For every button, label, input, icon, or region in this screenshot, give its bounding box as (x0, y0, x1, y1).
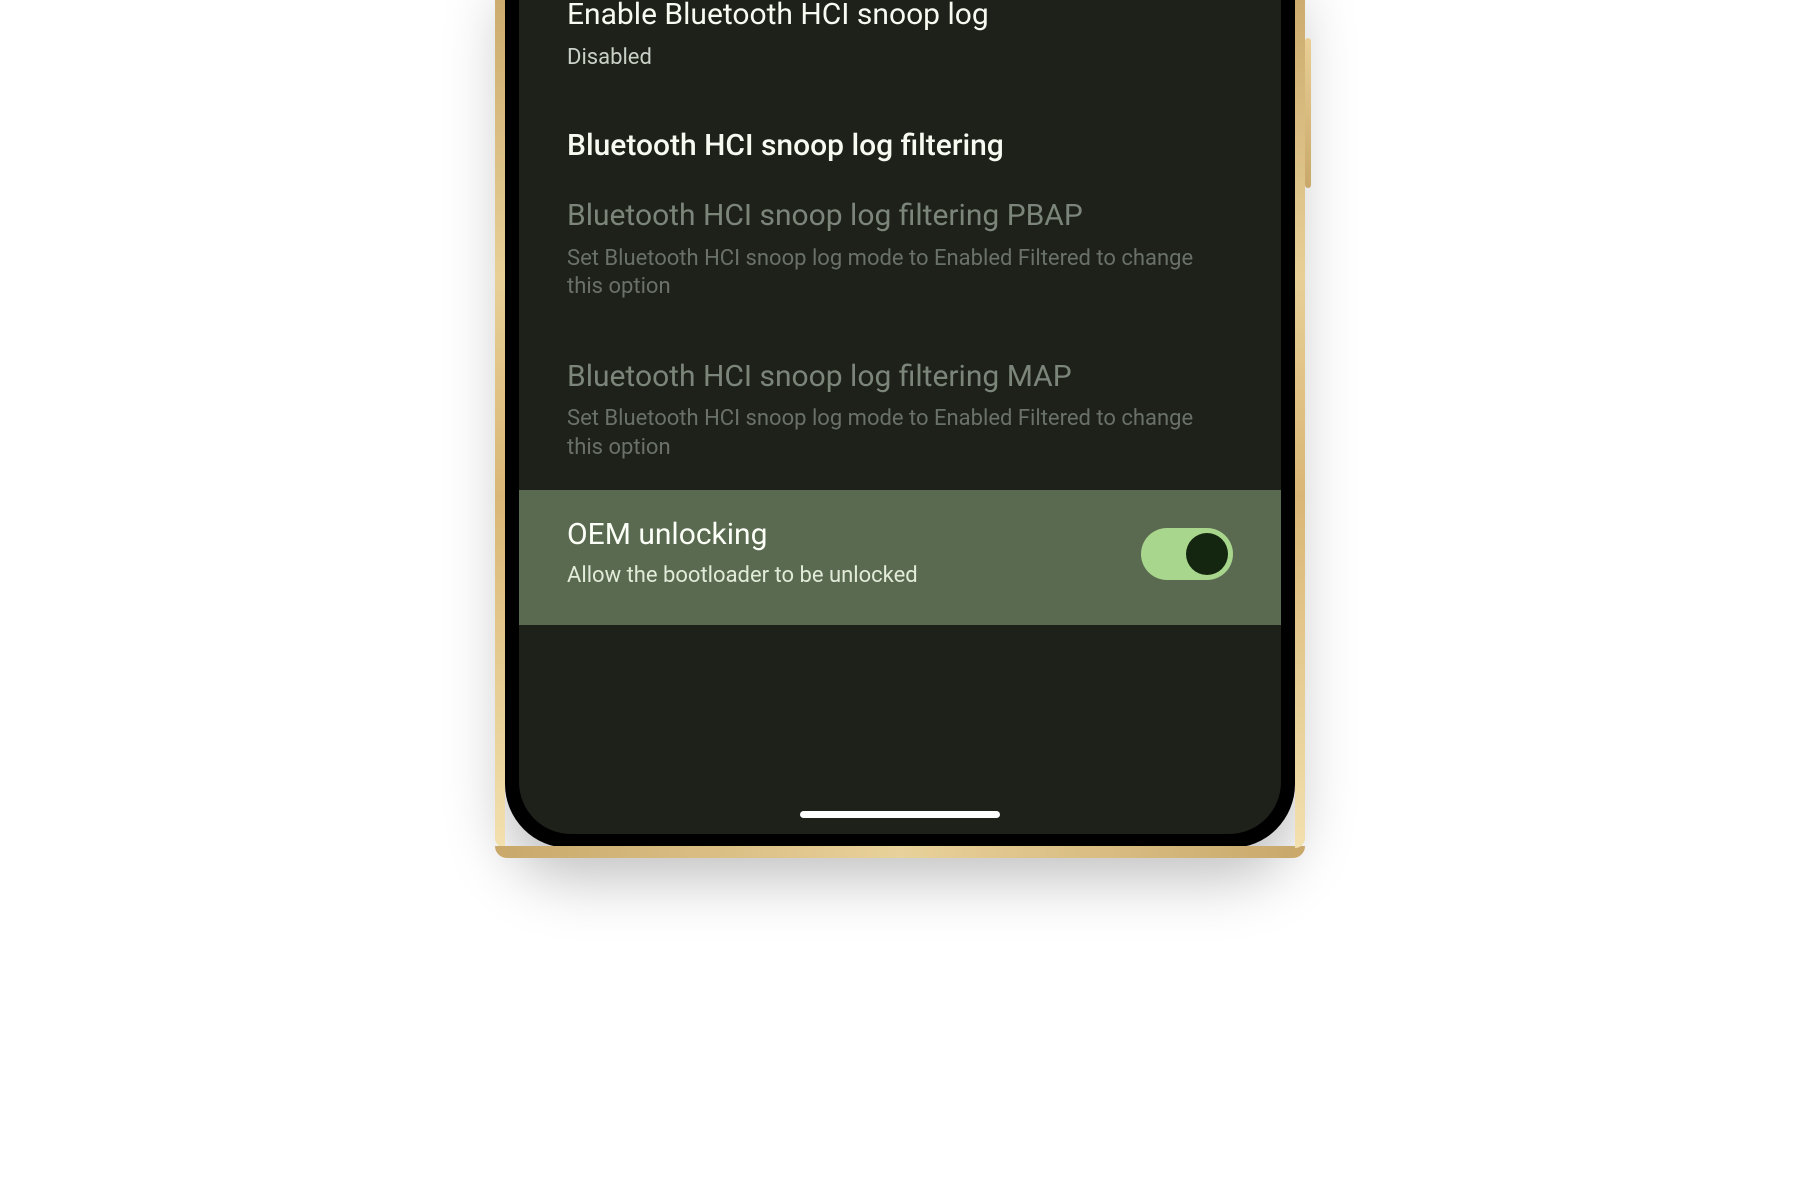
section-header-filtering: Bluetooth HCI snoop log filtering (519, 100, 1281, 169)
setting-title: OEM unlocking (567, 516, 1117, 554)
phone-frame: Enable Bluetooth HCI snoop log Disabled … (505, 0, 1295, 848)
setting-title: Bluetooth HCI snoop log filtering MAP (567, 358, 1233, 396)
setting-title: Bluetooth HCI snoop log filtering PBAP (567, 197, 1233, 235)
gesture-nav-pill[interactable] (800, 811, 1000, 818)
setting-filter-map: Bluetooth HCI snoop log filtering MAP Se… (519, 330, 1281, 491)
setting-subtitle: Set Bluetooth HCI snoop log mode to Enab… (567, 245, 1233, 302)
screen: Enable Bluetooth HCI snoop log Disabled … (519, 0, 1281, 834)
setting-value: Disabled (567, 44, 1233, 73)
setting-title: Enable Bluetooth HCI snoop log (567, 0, 1233, 34)
oem-unlocking-toggle[interactable] (1141, 528, 1233, 580)
setting-oem-unlocking[interactable]: OEM unlocking Allow the bootloader to be… (519, 490, 1281, 624)
setting-text: OEM unlocking Allow the bootloader to be… (567, 516, 1141, 590)
power-button[interactable] (1305, 38, 1311, 188)
setting-subtitle: Allow the bootloader to be unlocked (567, 562, 1117, 591)
phone-bottom-rail (495, 846, 1305, 858)
toggle-knob (1186, 533, 1228, 575)
setting-filter-pbap: Bluetooth HCI snoop log filtering PBAP S… (519, 169, 1281, 330)
setting-subtitle: Set Bluetooth HCI snoop log mode to Enab… (567, 405, 1233, 462)
setting-bt-snoop-log[interactable]: Enable Bluetooth HCI snoop log Disabled (519, 0, 1281, 100)
